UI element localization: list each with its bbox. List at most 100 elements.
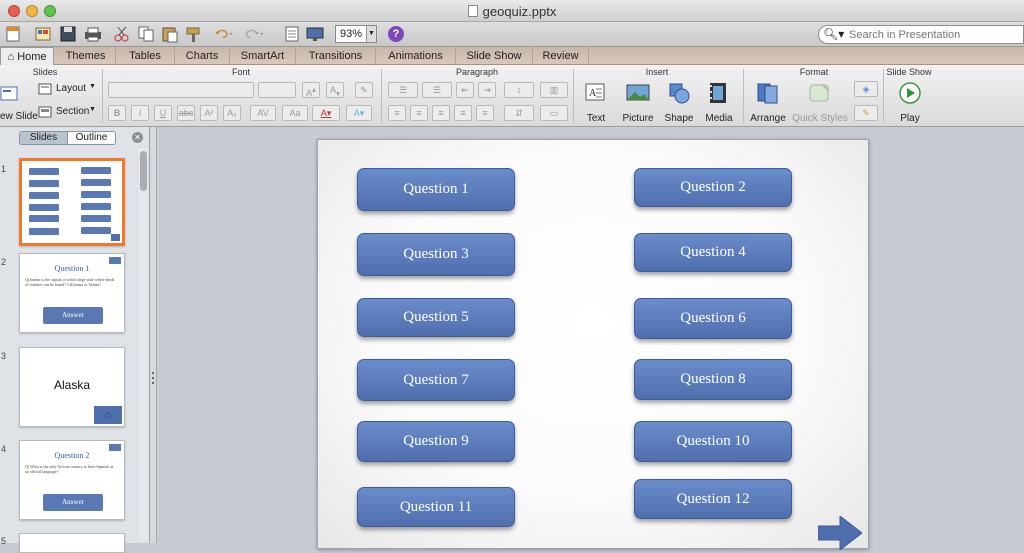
shape-line-icon[interactable]: ✎ — [854, 105, 878, 121]
question-1-button[interactable]: Question 1 — [357, 168, 515, 211]
tab-smartart[interactable]: SmartArt — [230, 47, 296, 65]
align-right-icon[interactable]: ≡ — [432, 105, 450, 121]
font-name-select[interactable] — [108, 82, 254, 98]
pane-splitter[interactable] — [150, 127, 157, 543]
increase-indent-icon[interactable]: ⇥ — [478, 82, 496, 98]
copy-icon[interactable] — [136, 25, 156, 43]
pane-scrollbar[interactable] — [139, 149, 148, 539]
layout-button[interactable]: Layout ▼ — [38, 82, 98, 98]
underline-icon[interactable]: U — [154, 105, 172, 121]
slideshow-view-icon[interactable] — [305, 25, 325, 43]
insert-text-button[interactable]: A Text — [578, 81, 614, 124]
question-6-button[interactable]: Question 6 — [634, 298, 792, 339]
align-left-icon[interactable]: ≡ — [388, 105, 406, 121]
new-slide-label: ew Slide — [0, 111, 38, 122]
superscript-icon[interactable]: A² — [200, 105, 218, 121]
thumb-question-button — [81, 227, 111, 234]
character-spacing-icon[interactable]: AV — [250, 105, 276, 121]
italic-icon[interactable]: I — [131, 105, 149, 121]
paste-icon[interactable] — [160, 25, 180, 43]
save-icon[interactable] — [58, 25, 78, 43]
print-icon[interactable] — [83, 25, 103, 43]
tab-home[interactable]: ⌂ Home — [0, 47, 54, 66]
section-icon — [38, 106, 52, 118]
slide-thumbnail-2[interactable]: Question 1 Q)Juneau is the capital of wh… — [19, 253, 125, 333]
tab-charts[interactable]: Charts — [175, 47, 230, 65]
layout-icon — [38, 83, 52, 95]
next-arrow-icon[interactable] — [818, 516, 862, 550]
shrink-font-icon[interactable]: A▾ — [326, 82, 344, 98]
font-color-icon[interactable]: A▾ — [312, 105, 340, 121]
question-7-button[interactable]: Question 7 — [357, 359, 515, 401]
font-size-select[interactable] — [258, 82, 296, 98]
bullets-icon[interactable]: ☰ — [388, 82, 418, 98]
tab-slide-show[interactable]: Slide Show — [456, 47, 533, 65]
new-icon[interactable] — [4, 25, 24, 43]
columns-icon[interactable]: ▥ — [540, 82, 568, 98]
zoom-select[interactable]: 93% ▼ — [335, 25, 377, 43]
arrange-button[interactable]: Arrange — [748, 81, 788, 124]
redo-icon[interactable] — [245, 25, 273, 43]
align-center-icon[interactable]: ≡ — [410, 105, 428, 121]
tab-review[interactable]: Review — [533, 47, 589, 65]
slide-thumbnail-5[interactable] — [19, 533, 125, 553]
question-9-button[interactable]: Question 9 — [357, 421, 515, 462]
clear-formatting-icon[interactable]: ✎ — [355, 82, 373, 98]
grow-font-icon[interactable]: A▴ — [302, 82, 320, 98]
slide-thumbnail-4[interactable]: Question 2 Q) What is the only African c… — [19, 440, 125, 520]
format-painter-icon[interactable] — [184, 25, 204, 43]
strikethrough-icon[interactable]: abc — [177, 105, 195, 121]
divider — [883, 69, 884, 123]
align-text-icon[interactable]: ▭ — [540, 105, 568, 121]
line-spacing-icon[interactable]: ↕ — [504, 82, 534, 98]
tab-animations[interactable]: Animations — [376, 47, 456, 65]
text-effects-icon[interactable]: A▾ — [346, 105, 372, 121]
search-input[interactable] — [849, 27, 1019, 42]
search-box[interactable]: 🔍︎▾ — [818, 25, 1024, 44]
new-slide-button[interactable]: ew Slide — [0, 81, 38, 123]
question-10-button[interactable]: Question 10 — [634, 421, 792, 462]
cut-icon[interactable] — [112, 25, 132, 43]
tab-themes[interactable]: Themes — [56, 47, 116, 65]
question-4-button[interactable]: Question 4 — [634, 233, 792, 272]
question-11-button[interactable]: Question 11 — [357, 487, 515, 527]
tab-slides[interactable]: Slides — [20, 132, 68, 144]
bold-icon[interactable]: B — [108, 105, 126, 121]
tab-transitions[interactable]: Transitions — [296, 47, 376, 65]
quick-styles-button[interactable]: Quick Styles — [792, 81, 848, 124]
insert-picture-button[interactable]: Picture — [618, 81, 658, 124]
home-icon: ⌂ — [7, 51, 15, 63]
templates-icon[interactable] — [34, 25, 54, 43]
help-icon[interactable]: ? — [388, 26, 404, 42]
insert-picture-label: Picture — [622, 113, 654, 124]
tab-tables[interactable]: Tables — [116, 47, 175, 65]
question-12-button[interactable]: Question 12 — [634, 479, 792, 519]
question-8-button[interactable]: Question 8 — [634, 359, 792, 400]
shape-fill-icon[interactable]: ◈ — [854, 81, 878, 97]
decrease-indent-icon[interactable]: ⇤ — [456, 82, 474, 98]
subscript-icon[interactable]: A₂ — [223, 105, 241, 121]
slide[interactable]: Question 1 Question 2 Question 3 Questio… — [317, 139, 869, 550]
divider — [743, 69, 744, 123]
slide-thumbnail-1[interactable] — [19, 158, 125, 246]
change-case-icon[interactable]: Aa — [282, 105, 308, 121]
insert-media-button[interactable]: Media — [700, 81, 738, 124]
question-5-button[interactable]: Question 5 — [357, 298, 515, 337]
distributed-icon[interactable]: ≡ — [476, 105, 494, 121]
slide-thumbnail-3[interactable]: Alaska ⌂ — [19, 347, 125, 427]
question-2-button[interactable]: Question 2 — [634, 168, 792, 207]
insert-shape-button[interactable]: Shape — [660, 81, 698, 124]
play-button[interactable]: Play — [890, 81, 930, 124]
notes-icon[interactable] — [282, 25, 302, 43]
tab-outline[interactable]: Outline — [68, 132, 115, 144]
undo-icon[interactable] — [214, 25, 242, 43]
scrollbar-thumb[interactable] — [140, 151, 147, 191]
thumb-question-button — [29, 168, 59, 175]
numbering-icon[interactable]: ☰ — [422, 82, 452, 98]
section-button[interactable]: Section ▼ — [38, 105, 98, 121]
text-direction-icon[interactable]: ⇵ — [504, 105, 534, 121]
justify-icon[interactable]: ≡ — [454, 105, 472, 121]
slide-number: 2 — [1, 257, 7, 267]
close-pane-icon[interactable]: ✕ — [132, 132, 143, 143]
question-3-button[interactable]: Question 3 — [357, 233, 515, 276]
